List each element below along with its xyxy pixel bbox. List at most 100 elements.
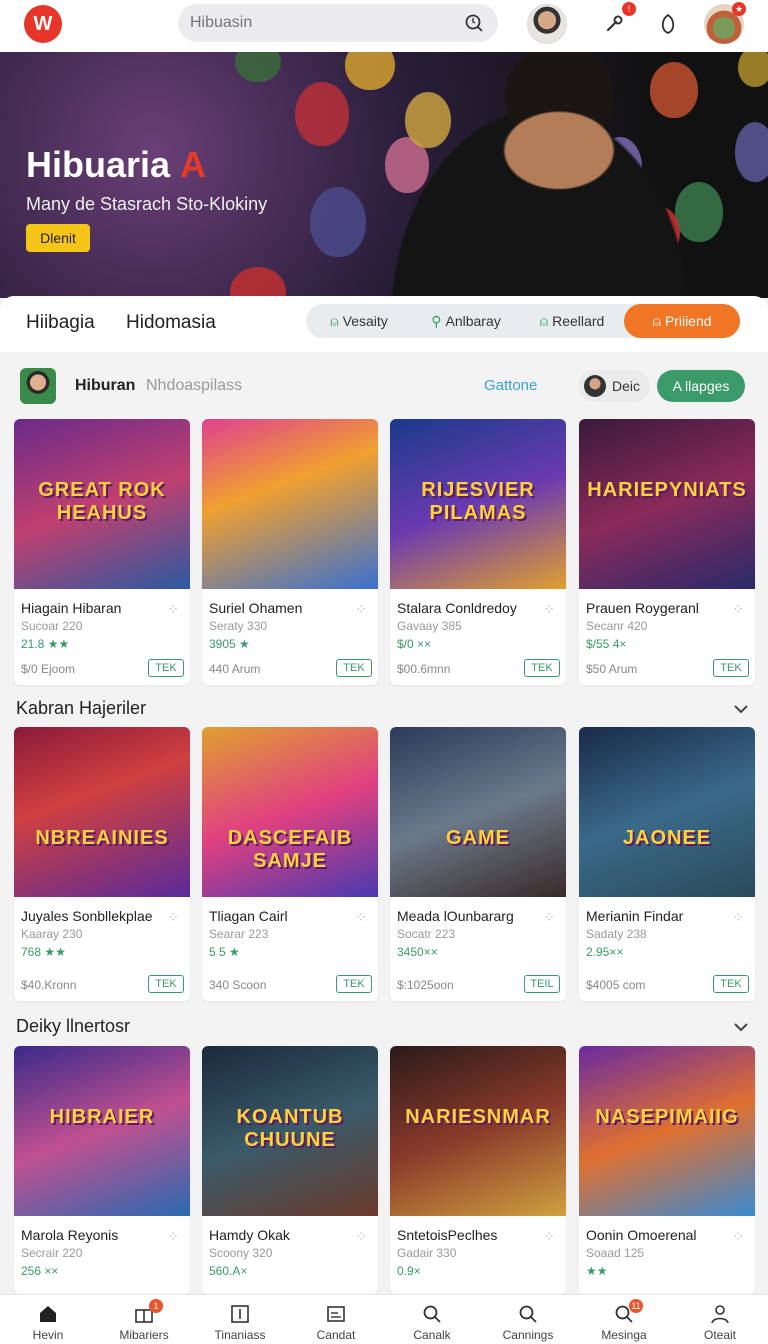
game-name[interactable]: Juyales Sonbllekplae (21, 908, 153, 924)
game-card[interactable]: GAME Meada lOunbararg ⁘ Socatr 223 3450×× $:1… (390, 727, 566, 1001)
more-options-icon[interactable]: ⁘ (167, 601, 180, 618)
nav-item-3[interactable]: Candat (288, 1295, 384, 1344)
more-options-icon[interactable]: ⁘ (167, 1228, 180, 1245)
more-options-icon[interactable]: ⁘ (732, 601, 745, 618)
game-thumbnail[interactable]: HIBRAIER (14, 1046, 190, 1216)
game-meta: Scoony 320 (209, 1246, 273, 1260)
game-name[interactable]: Meada lOunbararg (397, 908, 514, 924)
get-button[interactable]: TEIL (524, 975, 560, 993)
chevron-down-icon[interactable] (732, 700, 750, 718)
game-thumbnail[interactable]: NARIESNMAR (390, 1046, 566, 1216)
game-thumbnail[interactable]: RIJESVIER PILAMAS (390, 419, 566, 589)
nav-item-0[interactable]: Hevin (0, 1295, 96, 1344)
get-button[interactable]: TEK (713, 659, 749, 677)
game-price: $50 Arum (586, 662, 638, 676)
game-name[interactable]: Stalara Conldredoy (397, 600, 517, 616)
game-card[interactable]: DASCEFAIB SAMJE Tliagan Cairl ⁘ Searar 223 5… (202, 727, 378, 1001)
hero-title-accent: A (180, 144, 207, 185)
game-thumbnail[interactable]: HARIEPYNIATS (579, 419, 755, 589)
get-button[interactable]: TEK (713, 975, 749, 993)
game-card[interactable]: JAONEE Merianin Findar ⁘ Sadaty 238 2.95×× $4… (579, 727, 755, 1001)
game-price: $/0 Ejoom (21, 662, 76, 676)
tab-primary-0[interactable]: Hiibagia (26, 312, 95, 334)
pill-tab-2[interactable]: ⍝ Reellard (520, 304, 624, 338)
hero-cta-button[interactable]: Dlenit (26, 224, 90, 252)
get-button[interactable]: TEK (148, 975, 184, 993)
tools-icon[interactable]: ! (594, 2, 636, 44)
section-chip[interactable]: Deic (578, 370, 650, 402)
search-input[interactable] (190, 14, 450, 32)
game-price: $:1025oon (397, 978, 454, 992)
nav-item-5[interactable]: Cannings (480, 1295, 576, 1344)
nav-item-6[interactable]: 11 Mesinga (576, 1295, 672, 1344)
game-rating: ★★ (586, 1264, 608, 1278)
get-button[interactable]: TEK (148, 659, 184, 677)
category-tabs: Hiibagia Hidomasia ⍝ Vesaity ⚲ Anlbaray ⍝ R… (0, 296, 768, 352)
app-logo[interactable]: W (24, 5, 62, 43)
game-thumbnail[interactable]: DASCEFAIB SAMJE (202, 727, 378, 897)
more-options-icon[interactable]: ⁘ (167, 909, 180, 926)
section-link[interactable]: Gattone (484, 377, 537, 394)
chevron-down-icon[interactable] (732, 1018, 750, 1036)
more-options-icon[interactable]: ⁘ (355, 1228, 368, 1245)
nav-item-7[interactable]: Oteait (672, 1295, 768, 1344)
search-icon[interactable] (464, 13, 484, 33)
game-name[interactable]: Prauen Roygeranl (586, 600, 699, 616)
game-card[interactable]: NARIESNMAR SntetoisPeclhes ⁘ Gadair 330 0.9× (390, 1046, 566, 1294)
pill-tab-3[interactable]: ⍝ Priiiend (624, 304, 740, 338)
more-options-icon[interactable]: ⁘ (732, 909, 745, 926)
game-name[interactable]: Suriel Ohamen (209, 600, 302, 616)
game-thumbnail[interactable]: NBREAINIES (14, 727, 190, 897)
hero-banner[interactable]: Hibuaria A Many de Stasrach Sto-Klokiny D… (0, 52, 768, 298)
pill-tab-0[interactable]: ⍝ Vesaity (306, 304, 412, 338)
game-name[interactable]: Merianin Findar (586, 908, 683, 924)
game-thumbnail[interactable]: KOANTUB CHUUNE (202, 1046, 378, 1216)
profile-avatar[interactable]: ★ (704, 2, 746, 44)
game-rating: 3450×× (397, 945, 438, 959)
game-card[interactable]: NASEPIMAIIG Oonin Omoerenal ⁘ Soaad 125 ★★ (579, 1046, 755, 1294)
nav-item-2[interactable]: Tinaniass (192, 1295, 288, 1344)
thumbnail-title-art: GAME (446, 827, 510, 849)
game-thumbnail[interactable]: GAME (390, 727, 566, 897)
get-button[interactable]: TEK (336, 975, 372, 993)
game-thumbnail[interactable]: NASEPIMAIIG (579, 1046, 755, 1216)
nav-label: Oteait (703, 1328, 736, 1342)
game-name[interactable]: Marola Reyonis (21, 1227, 118, 1243)
game-card[interactable]: NBREAINIES Juyales Sonbllekplae ⁘ Kaaray 23… (14, 727, 190, 1001)
nav-item-4[interactable]: Canalk (384, 1295, 480, 1344)
game-meta: Gadair 330 (397, 1246, 457, 1260)
game-name[interactable]: Hamdy Okak (209, 1227, 290, 1243)
game-meta: Secrair 220 (21, 1246, 83, 1260)
tab-primary-1[interactable]: Hidomasia (126, 312, 216, 334)
game-card[interactable]: Suriel Ohamen ⁘ Seraty 330 3905 ★ 440 Arum TE… (202, 419, 378, 685)
get-button[interactable]: TEK (524, 659, 560, 677)
game-thumbnail[interactable]: GREAT ROK HEAHUS (14, 419, 190, 589)
game-rating: 0.9× (397, 1264, 421, 1278)
more-options-icon[interactable]: ⁘ (355, 601, 368, 618)
game-name[interactable]: Oonin Omoerenal (586, 1227, 697, 1243)
game-thumbnail[interactable] (202, 419, 378, 589)
game-card[interactable]: KOANTUB CHUUNE Hamdy Okak ⁘ Scoony 320 560.A… (202, 1046, 378, 1294)
more-options-icon[interactable]: ⁘ (355, 909, 368, 926)
game-meta: Searar 223 (209, 927, 269, 941)
pill-tab-1[interactable]: ⚲ Anlbaray (412, 304, 520, 338)
user-avatar[interactable] (527, 4, 567, 44)
game-card[interactable]: HIBRAIER Marola Reyonis ⁘ Secrair 220 256 ×× (14, 1046, 190, 1294)
more-options-icon[interactable]: ⁘ (543, 909, 556, 926)
get-button[interactable]: TEK (336, 659, 372, 677)
nav-item-1[interactable]: 1 Mibariers (96, 1295, 192, 1344)
more-options-icon[interactable]: ⁘ (543, 601, 556, 618)
game-card[interactable]: GREAT ROK HEAHUS Hiagain Hibaran ⁘ Sucoar 2… (14, 419, 190, 685)
game-card[interactable]: RIJESVIER PILAMAS Stalara Conldredoy ⁘ Gava… (390, 419, 566, 685)
profile-badge: ★ (732, 2, 746, 16)
search-bar[interactable] (178, 4, 498, 42)
game-name[interactable]: SntetoisPeclhes (397, 1227, 497, 1243)
more-options-icon[interactable]: ⁘ (732, 1228, 745, 1245)
game-name[interactable]: Tliagan Cairl (209, 908, 288, 924)
section-all-button[interactable]: A llapges (657, 370, 745, 402)
game-thumbnail[interactable]: JAONEE (579, 727, 755, 897)
more-options-icon[interactable]: ⁘ (543, 1228, 556, 1245)
leaf-icon[interactable] (648, 4, 688, 44)
game-name[interactable]: Hiagain Hibaran (21, 600, 121, 616)
game-card[interactable]: HARIEPYNIATS Prauen Roygeranl ⁘ Secanr 420 $… (579, 419, 755, 685)
